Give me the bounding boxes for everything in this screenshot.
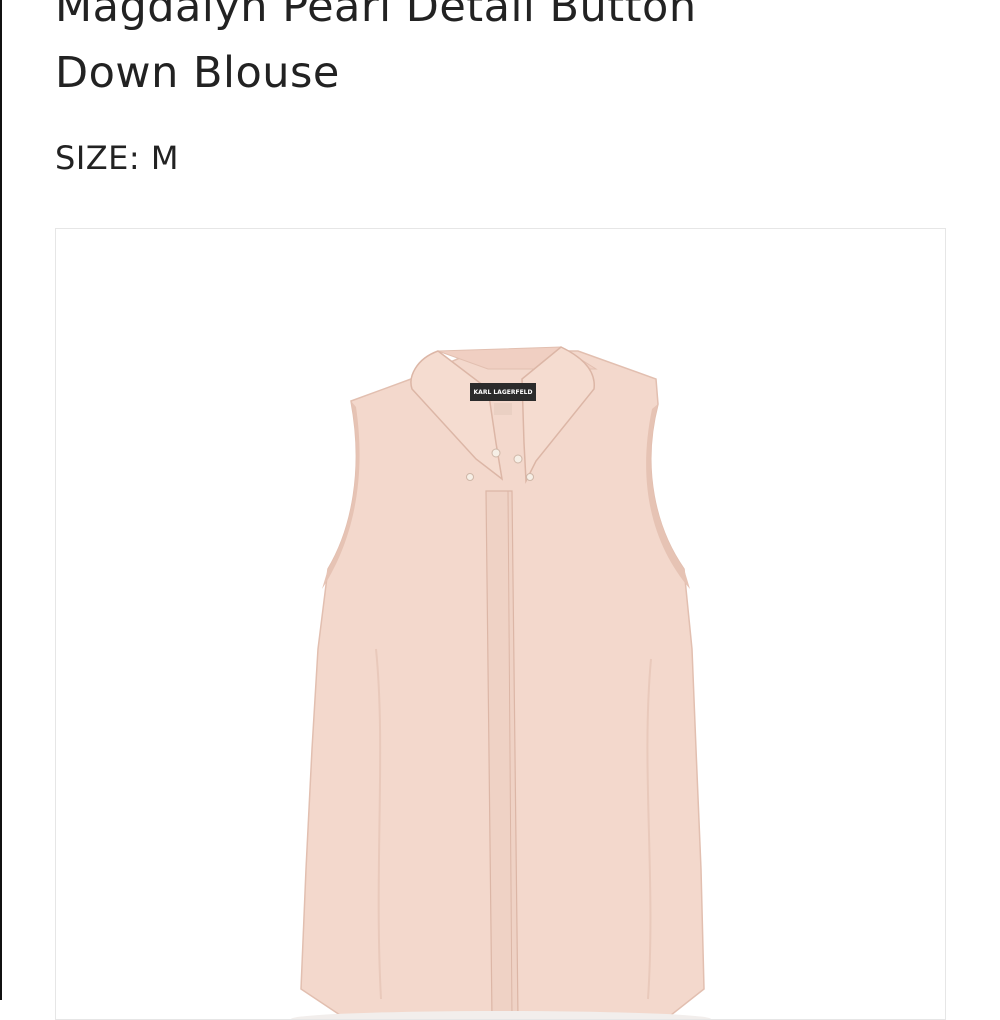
- product-size: SIZE: M: [55, 139, 179, 177]
- product-title: Magdalyn Pearl Detail Button Down Blouse: [55, 0, 955, 106]
- care-tag: [494, 403, 512, 415]
- product-image: KARL LAGERFELD: [291, 346, 711, 1019]
- button-placket: [485, 490, 519, 1019]
- pearl-left: [491, 448, 501, 458]
- product-image-frame[interactable]: KARL LAGERFELD: [55, 228, 946, 1020]
- pearl-right: [513, 454, 523, 464]
- pearl-right-tip: [526, 473, 534, 481]
- product-title-line-2: Down Blouse: [55, 48, 340, 98]
- pearl-left-tip: [466, 473, 474, 481]
- product-title-line-1: Magdalyn Pearl Detail Button: [55, 0, 697, 32]
- left-edge-line: [0, 0, 2, 1000]
- brand-label-text: KARL LAGERFELD: [474, 389, 533, 396]
